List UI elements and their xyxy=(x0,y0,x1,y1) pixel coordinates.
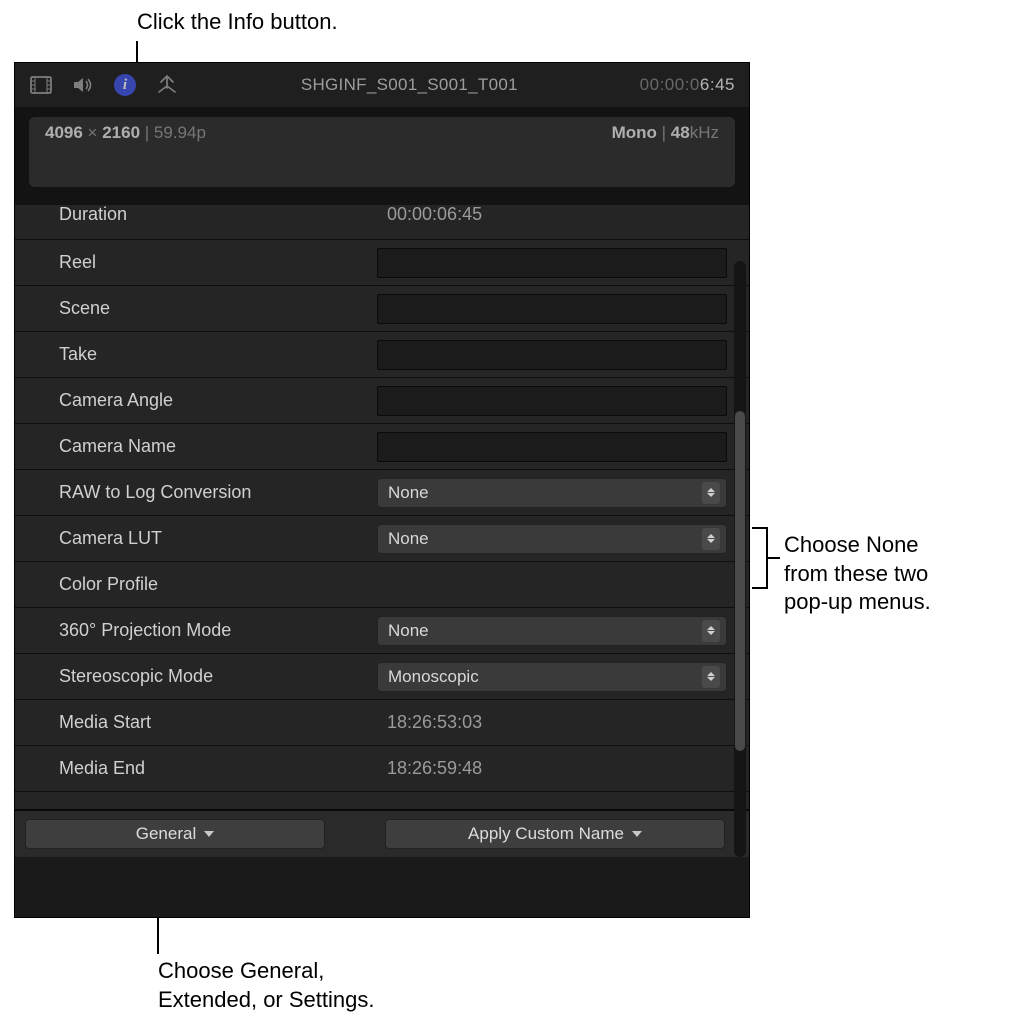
popup-arrows-icon xyxy=(702,620,720,642)
label-media-end: Media End xyxy=(15,758,377,779)
share-tab-icon[interactable] xyxy=(155,73,179,97)
popup-arrows-icon xyxy=(702,528,720,550)
apply-custom-name-popup[interactable]: Apply Custom Name xyxy=(385,819,725,849)
label-camera-angle: Camera Angle xyxy=(15,390,377,411)
row-reel: Reel xyxy=(15,239,749,285)
scrollbar-thumb[interactable] xyxy=(735,411,745,751)
label-scene: Scene xyxy=(15,298,377,319)
popup-camera-lut[interactable]: None xyxy=(377,524,727,554)
info-icon: i xyxy=(114,74,136,96)
label-raw-to-log: RAW to Log Conversion xyxy=(15,482,377,503)
popup-arrows-icon xyxy=(702,482,720,504)
row-raw-to-log: RAW to Log Conversion None xyxy=(15,469,749,515)
annotation-info-button: Click the Info button. xyxy=(137,8,338,37)
row-projection: 360° Projection Mode None xyxy=(15,607,749,653)
metadata-fields: Duration 00:00:06:45 Reel Scene Take Cam… xyxy=(15,205,749,809)
label-stereoscopic: Stereoscopic Mode xyxy=(15,666,377,687)
label-duration: Duration xyxy=(15,204,377,225)
video-tab-icon[interactable] xyxy=(29,73,53,97)
popup-arrows-icon xyxy=(702,666,720,688)
row-take: Take xyxy=(15,331,749,377)
row-camera-name: Camera Name xyxy=(15,423,749,469)
label-projection: 360° Projection Mode xyxy=(15,620,377,641)
row-scene: Scene xyxy=(15,285,749,331)
label-camera-lut: Camera LUT xyxy=(15,528,377,549)
metadata-view-popup[interactable]: General xyxy=(25,819,325,849)
scrollbar[interactable] xyxy=(734,261,746,857)
callout-line-bottom xyxy=(157,914,159,954)
value-media-start: 18:26:53:03 xyxy=(377,712,482,733)
callout-bracket-right xyxy=(752,527,768,589)
row-media-end: Media End 18:26:59:48 xyxy=(15,745,749,791)
input-scene[interactable] xyxy=(377,294,727,324)
bottom-bar: General Apply Custom Name xyxy=(15,809,749,857)
chevron-down-icon xyxy=(204,831,214,837)
popup-raw-to-log[interactable]: None xyxy=(377,478,727,508)
clip-timecode: 00:00:06:45 xyxy=(640,75,735,95)
input-camera-name[interactable] xyxy=(377,432,727,462)
row-cutoff xyxy=(15,791,749,809)
input-take[interactable] xyxy=(377,340,727,370)
row-color-profile: Color Profile xyxy=(15,561,749,607)
row-media-start: Media Start 18:26:53:03 xyxy=(15,699,749,745)
input-camera-angle[interactable] xyxy=(377,386,727,416)
label-media-start: Media Start xyxy=(15,712,377,733)
info-tab-icon[interactable]: i xyxy=(113,73,137,97)
row-duration: Duration 00:00:06:45 xyxy=(15,205,749,239)
row-camera-lut: Camera LUT None xyxy=(15,515,749,561)
popup-stereoscopic[interactable]: Monoscopic xyxy=(377,662,727,692)
annotation-metadata-view: Choose General, Extended, or Settings. xyxy=(158,957,374,1014)
label-color-profile: Color Profile xyxy=(15,574,377,595)
inspector-panel: i SHGINF_S001_S001_T001 00:00:06:45 4096… xyxy=(14,62,750,918)
popup-projection[interactable]: None xyxy=(377,616,727,646)
input-reel[interactable] xyxy=(377,248,727,278)
value-duration: 00:00:06:45 xyxy=(377,204,482,225)
callout-line-right xyxy=(768,557,780,559)
value-media-end: 18:26:59:48 xyxy=(377,758,482,779)
format-summary: 4096 × 2160 | 59.94p Mono | 48kHz xyxy=(29,117,735,187)
annotation-popups: Choose None from these two pop-up menus. xyxy=(784,531,931,617)
label-camera-name: Camera Name xyxy=(15,436,377,457)
audio-tab-icon[interactable] xyxy=(71,73,95,97)
chevron-down-icon xyxy=(632,831,642,837)
label-reel: Reel xyxy=(15,252,377,273)
label-take: Take xyxy=(15,344,377,365)
row-camera-angle: Camera Angle xyxy=(15,377,749,423)
row-stereoscopic: Stereoscopic Mode Monoscopic xyxy=(15,653,749,699)
clip-name: SHGINF_S001_S001_T001 xyxy=(197,75,622,95)
inspector-toolbar: i SHGINF_S001_S001_T001 00:00:06:45 xyxy=(15,63,749,107)
